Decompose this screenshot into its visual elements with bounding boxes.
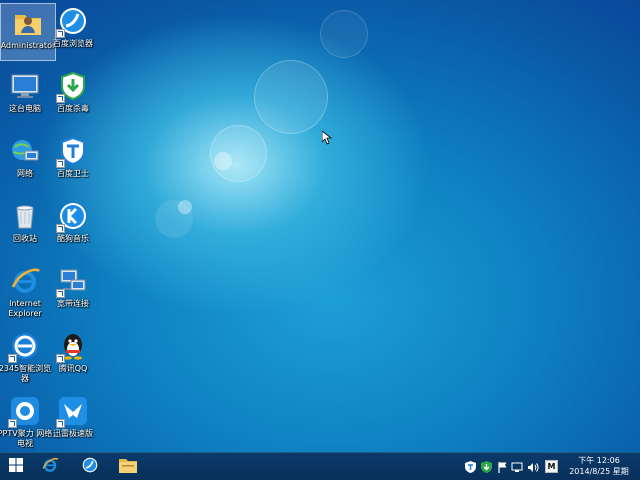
shortcut-arrow-icon	[56, 354, 65, 363]
pptv-icon	[8, 395, 41, 428]
desktop-icon-label: 百度浏览器	[53, 39, 93, 48]
tray-network-icon[interactable]	[511, 461, 523, 473]
desktop-icon-qq[interactable]: 腾讯QQ	[45, 327, 101, 387]
kugou-icon	[56, 200, 89, 233]
bokeh-decoration	[254, 60, 328, 134]
desktop-icon-baidu-guard[interactable]: 百度卫士	[45, 132, 101, 192]
desktop-icon-label: 百度卫士	[57, 169, 89, 178]
baidu-guard-icon	[56, 135, 89, 168]
shortcut-arrow-icon	[56, 159, 65, 168]
file-explorer-icon	[118, 456, 138, 478]
desktop-icon-kugou[interactable]: 酷狗音乐	[45, 197, 101, 257]
computer-icon	[9, 70, 41, 102]
desktop-icon-xunlei[interactable]: 迅雷极速版	[45, 392, 101, 452]
taskbar-file-explorer[interactable]	[114, 453, 142, 480]
ime-indicator[interactable]: M	[545, 460, 558, 473]
bokeh-decoration	[178, 200, 192, 214]
taskbar-baidu-browser[interactable]	[76, 453, 104, 480]
desktop-icon-label: 宽带连接	[57, 299, 89, 308]
shortcut-arrow-icon	[56, 94, 65, 103]
desktop-icon-label: 迅雷极速版	[53, 429, 93, 438]
internet-explorer-icon	[9, 265, 41, 297]
xunlei-icon	[56, 395, 89, 428]
user-folder-icon	[12, 7, 44, 39]
taskbar-internet-explorer[interactable]	[36, 453, 64, 480]
desktop[interactable]: Administrator 这台电脑 网络 回收站 Internet Explo…	[0, 0, 640, 452]
internet-explorer-icon	[41, 456, 59, 478]
taskbar: M 下午 12:06 2014/8/25 星期一	[0, 452, 640, 487]
broadband-connection-icon	[56, 265, 89, 298]
bokeh-decoration	[214, 152, 232, 170]
bokeh-decoration	[320, 10, 368, 58]
shortcut-arrow-icon	[56, 289, 65, 298]
start-button[interactable]	[4, 453, 28, 480]
shortcut-arrow-icon	[56, 29, 65, 38]
baidu-antivirus-icon	[56, 70, 89, 103]
tray-flag-icon[interactable]	[496, 461, 508, 473]
tray-baidu-guard-icon[interactable]	[464, 461, 476, 473]
shortcut-arrow-icon	[56, 419, 65, 428]
clock-time: 下午 12:06	[578, 456, 620, 465]
desktop-icon-broadband[interactable]: 宽带连接	[45, 262, 101, 322]
shortcut-arrow-icon	[56, 224, 65, 233]
clock-date: 2014/8/25 星期一	[569, 467, 629, 487]
mouse-cursor-icon	[321, 130, 333, 145]
network-icon	[9, 135, 41, 167]
baidu-browser-icon	[56, 5, 89, 38]
desktop-icon-label: 酷狗音乐	[57, 234, 89, 243]
shortcut-arrow-icon	[8, 419, 17, 428]
tray-volume-icon[interactable]	[527, 461, 539, 473]
desktop-icon-label: 百度杀毒	[57, 104, 89, 113]
recycle-bin-icon	[9, 200, 41, 232]
ime-label: M	[547, 462, 556, 471]
desktop-icon-baidu-browser[interactable]: 百度浏览器	[45, 2, 101, 62]
shortcut-arrow-icon	[8, 354, 17, 363]
tray-baidu-antivirus-icon[interactable]	[480, 461, 492, 473]
clock[interactable]: 下午 12:06 2014/8/25 星期一	[568, 455, 630, 488]
windows-start-icon	[9, 457, 23, 476]
desktop-icon-label: 腾讯QQ	[58, 364, 88, 373]
desktop-icon-baidu-antivirus[interactable]: 百度杀毒	[45, 67, 101, 127]
2345-browser-icon	[8, 330, 41, 363]
qq-icon	[56, 330, 89, 363]
baidu-browser-icon	[81, 456, 99, 478]
